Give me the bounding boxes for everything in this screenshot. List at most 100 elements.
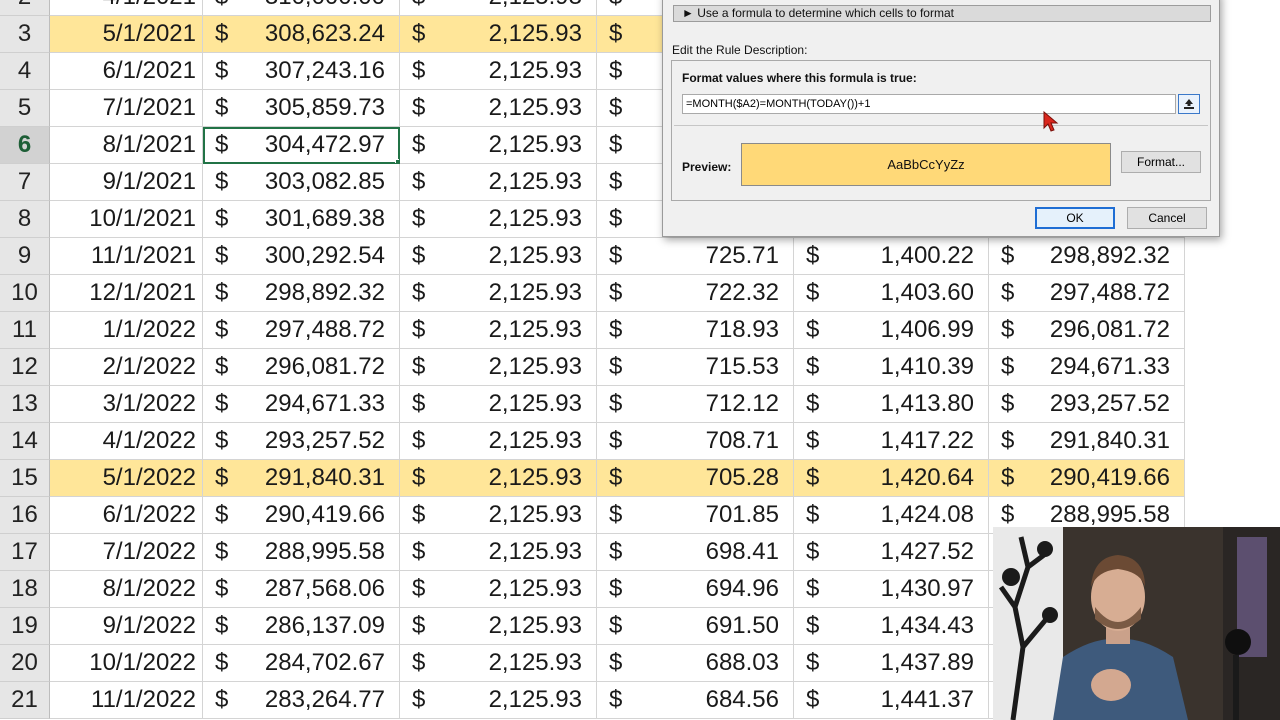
cell-principal[interactable]: $1,406.99 bbox=[794, 312, 989, 349]
cell-payment[interactable]: $2,125.93 bbox=[400, 90, 597, 127]
cell-payment[interactable]: $2,125.93 bbox=[400, 386, 597, 423]
cell-date[interactable]: 7/1/2022 bbox=[50, 534, 203, 571]
cell-balance[interactable]: $294,671.33 bbox=[203, 386, 400, 423]
cell-balance[interactable]: $288,995.58 bbox=[203, 534, 400, 571]
row-header[interactable]: 18 bbox=[0, 571, 50, 608]
cell-payment[interactable]: $2,125.93 bbox=[400, 497, 597, 534]
cell-ending[interactable]: $294,671.33 bbox=[989, 349, 1185, 386]
cell-payment[interactable]: $2,125.93 bbox=[400, 238, 597, 275]
cell-balance[interactable]: $286,137.09 bbox=[203, 608, 400, 645]
cell-date[interactable]: 1/1/2022 bbox=[50, 312, 203, 349]
cell-payment[interactable]: $2,125.93 bbox=[400, 164, 597, 201]
cell-balance[interactable]: $290,419.66 bbox=[203, 497, 400, 534]
cell-principal[interactable]: $1,441.37 bbox=[794, 682, 989, 719]
row-header[interactable]: 7 bbox=[0, 164, 50, 201]
cell-payment[interactable]: $2,125.93 bbox=[400, 423, 597, 460]
cell-date[interactable]: 12/1/2021 bbox=[50, 275, 203, 312]
cell-balance[interactable]: $297,488.72 bbox=[203, 312, 400, 349]
row-header[interactable]: 21 bbox=[0, 682, 50, 719]
collapse-dialog-button[interactable] bbox=[1178, 94, 1200, 114]
cell-date[interactable]: 10/1/2021 bbox=[50, 201, 203, 238]
cell-date[interactable]: 11/1/2021 bbox=[50, 238, 203, 275]
cell-date[interactable]: 4/1/2021 bbox=[50, 0, 203, 16]
cell-ending[interactable]: $298,892.32 bbox=[989, 238, 1185, 275]
cell-interest[interactable]: $712.12 bbox=[597, 386, 794, 423]
cell-ending[interactable]: $296,081.72 bbox=[989, 312, 1185, 349]
cell-date[interactable]: 2/1/2022 bbox=[50, 349, 203, 386]
cancel-button[interactable]: Cancel bbox=[1127, 207, 1207, 229]
cell-interest[interactable]: $725.71 bbox=[597, 238, 794, 275]
cell-interest[interactable]: $694.96 bbox=[597, 571, 794, 608]
cell-payment[interactable]: $2,125.93 bbox=[400, 0, 597, 16]
cell-principal[interactable]: $1,413.80 bbox=[794, 386, 989, 423]
cell-principal[interactable]: $1,420.64 bbox=[794, 460, 989, 497]
row-header[interactable]: 9 bbox=[0, 238, 50, 275]
cell-ending[interactable]: $291,840.31 bbox=[989, 423, 1185, 460]
cell-balance[interactable]: $301,689.38 bbox=[203, 201, 400, 238]
cell-balance[interactable]: $308,623.24 bbox=[203, 16, 400, 53]
cell-balance[interactable]: $283,264.77 bbox=[203, 682, 400, 719]
cell-interest[interactable]: $715.53 bbox=[597, 349, 794, 386]
row-header[interactable]: 3 bbox=[0, 16, 50, 53]
cell-interest[interactable]: $708.71 bbox=[597, 423, 794, 460]
row-header[interactable]: 12 bbox=[0, 349, 50, 386]
cell-balance[interactable]: $287,568.06 bbox=[203, 571, 400, 608]
row-header[interactable]: 10 bbox=[0, 275, 50, 312]
cell-ending[interactable]: $290,419.66 bbox=[989, 460, 1185, 497]
cell-ending[interactable]: $293,257.52 bbox=[989, 386, 1185, 423]
cell-date[interactable]: 9/1/2022 bbox=[50, 608, 203, 645]
cell-balance[interactable]: $310,000.00 bbox=[203, 0, 400, 16]
cell-payment[interactable]: $2,125.93 bbox=[400, 534, 597, 571]
cell-payment[interactable]: $2,125.93 bbox=[400, 645, 597, 682]
cell-balance[interactable]: $298,892.32 bbox=[203, 275, 400, 312]
row-header[interactable]: 6 bbox=[0, 127, 50, 164]
cell-date[interactable]: 7/1/2021 bbox=[50, 90, 203, 127]
cell-date[interactable]: 6/1/2022 bbox=[50, 497, 203, 534]
cell-balance[interactable]: $296,081.72 bbox=[203, 349, 400, 386]
cell-date[interactable]: 8/1/2022 bbox=[50, 571, 203, 608]
cell-principal[interactable]: $1,434.43 bbox=[794, 608, 989, 645]
cell-balance[interactable]: $293,257.52 bbox=[203, 423, 400, 460]
cell-interest[interactable]: $684.56 bbox=[597, 682, 794, 719]
cell-date[interactable]: 6/1/2021 bbox=[50, 53, 203, 90]
cell-payment[interactable]: $2,125.93 bbox=[400, 275, 597, 312]
cell-payment[interactable]: $2,125.93 bbox=[400, 460, 597, 497]
cell-payment[interactable]: $2,125.93 bbox=[400, 682, 597, 719]
cell-date[interactable]: 9/1/2021 bbox=[50, 164, 203, 201]
fill-handle[interactable] bbox=[395, 159, 399, 163]
cell-principal[interactable]: $1,403.60 bbox=[794, 275, 989, 312]
cell-principal[interactable]: $1,417.22 bbox=[794, 423, 989, 460]
cell-principal[interactable]: $1,437.89 bbox=[794, 645, 989, 682]
cell-payment[interactable]: $2,125.93 bbox=[400, 53, 597, 90]
cell-date[interactable]: 11/1/2022 bbox=[50, 682, 203, 719]
cell-principal[interactable]: $1,430.97 bbox=[794, 571, 989, 608]
row-header[interactable]: 19 bbox=[0, 608, 50, 645]
cell-payment[interactable]: $2,125.93 bbox=[400, 571, 597, 608]
cell-balance[interactable]: $305,859.73 bbox=[203, 90, 400, 127]
cell-date[interactable]: 5/1/2022 bbox=[50, 460, 203, 497]
cell-principal[interactable]: $1,427.52 bbox=[794, 534, 989, 571]
cell-balance[interactable]: $303,082.85 bbox=[203, 164, 400, 201]
cell-interest[interactable]: $691.50 bbox=[597, 608, 794, 645]
row-header[interactable]: 4 bbox=[0, 53, 50, 90]
rule-type-option-formula[interactable]: ► Use a formula to determine which cells… bbox=[673, 5, 1211, 22]
cell-balance[interactable]: $304,472.97 bbox=[203, 127, 400, 164]
row-header[interactable]: 13 bbox=[0, 386, 50, 423]
cell-interest[interactable]: $698.41 bbox=[597, 534, 794, 571]
formula-input[interactable] bbox=[682, 94, 1176, 114]
row-header[interactable]: 14 bbox=[0, 423, 50, 460]
cell-ending[interactable]: $297,488.72 bbox=[989, 275, 1185, 312]
cell-date[interactable]: 4/1/2022 bbox=[50, 423, 203, 460]
format-button[interactable]: Format... bbox=[1121, 151, 1201, 173]
cell-principal[interactable]: $1,410.39 bbox=[794, 349, 989, 386]
cell-balance[interactable]: $307,243.16 bbox=[203, 53, 400, 90]
cell-principal[interactable]: $1,424.08 bbox=[794, 497, 989, 534]
row-header[interactable]: 11 bbox=[0, 312, 50, 349]
cell-balance[interactable]: $284,702.67 bbox=[203, 645, 400, 682]
cell-interest[interactable]: $722.32 bbox=[597, 275, 794, 312]
cell-balance[interactable]: $300,292.54 bbox=[203, 238, 400, 275]
row-header[interactable]: 8 bbox=[0, 201, 50, 238]
row-header[interactable]: 5 bbox=[0, 90, 50, 127]
row-header[interactable]: 17 bbox=[0, 534, 50, 571]
cell-interest[interactable]: $705.28 bbox=[597, 460, 794, 497]
